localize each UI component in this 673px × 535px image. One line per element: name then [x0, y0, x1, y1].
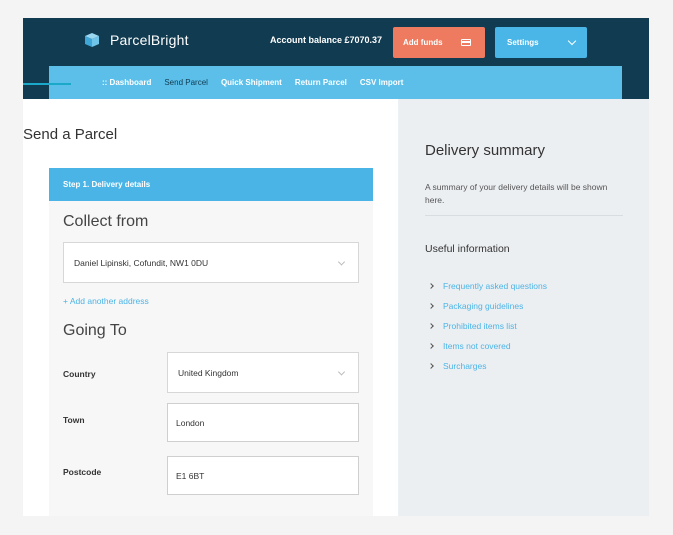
folded-box-icon: [85, 33, 99, 47]
nav-csv-import[interactable]: CSV Import: [360, 78, 404, 87]
postcode-input[interactable]: E1 6BT: [167, 456, 359, 495]
nav-return-parcel[interactable]: Return Parcel: [295, 78, 347, 87]
link-label: Items not covered: [443, 341, 511, 351]
brand-logo[interactable]: ParcelBright: [84, 32, 189, 48]
send-parcel-panel: Send a Parcel Step 1. Delivery details C…: [23, 99, 398, 516]
settings-label: Settings: [507, 38, 539, 47]
divider: [425, 215, 623, 216]
going-to-heading: Going To: [63, 322, 127, 339]
chevron-right-icon: [428, 283, 434, 289]
chevron-right-icon: [428, 343, 434, 349]
collect-heading: Collect from: [63, 213, 149, 230]
app-frame: ParcelBright Account balance £7070.37 Ad…: [23, 18, 649, 516]
top-header: ParcelBright Account balance £7070.37 Ad…: [23, 18, 649, 99]
link-packaging-guidelines[interactable]: Packaging guidelines: [428, 296, 547, 316]
nav-quick-shipment[interactable]: Quick Shipment: [221, 78, 282, 87]
sub-navigation: :: Dashboard Send Parcel Quick Shipment …: [49, 66, 622, 99]
collect-address-select[interactable]: Daniel Lipinski, Cofundit, NW1 0DU: [63, 242, 359, 283]
summary-title: Delivery summary: [425, 142, 546, 159]
add-funds-button[interactable]: Add funds: [393, 27, 485, 58]
page-title: Send a Parcel: [23, 126, 118, 143]
country-value: United Kingdom: [178, 367, 239, 378]
link-label: Surcharges: [443, 361, 487, 371]
link-faq[interactable]: Frequently asked questions: [428, 276, 547, 296]
accent-divider: [23, 83, 71, 85]
delivery-summary-panel: Delivery summary A summary of your deliv…: [399, 99, 649, 516]
chevron-right-icon: [428, 363, 434, 369]
chevron-right-icon: [428, 303, 434, 309]
link-label: Prohibited items list: [443, 321, 517, 331]
link-items-not-covered[interactable]: Items not covered: [428, 336, 547, 356]
link-label: Frequently asked questions: [443, 281, 547, 291]
brand-name: ParcelBright: [110, 32, 189, 48]
step-header[interactable]: Step 1. Delivery details: [49, 168, 373, 201]
chevron-down-icon: [567, 36, 576, 46]
link-label: Packaging guidelines: [443, 301, 524, 311]
add-funds-label: Add funds: [403, 38, 443, 47]
chevron-down-icon: [337, 257, 346, 266]
chevron-right-icon: [428, 323, 434, 329]
link-surcharges[interactable]: Surcharges: [428, 356, 547, 376]
credit-card-icon: [460, 39, 471, 46]
summary-text: A summary of your delivery details will …: [425, 182, 608, 205]
nav-send-parcel[interactable]: Send Parcel: [164, 78, 208, 87]
step-panel: Step 1. Delivery details Collect from Da…: [49, 168, 373, 516]
useful-info-heading: Useful information: [425, 243, 510, 255]
useful-links-list: Frequently asked questions Packaging gui…: [428, 276, 547, 376]
country-label: Country: [63, 369, 96, 379]
town-label: Town: [63, 415, 85, 425]
link-prohibited-items[interactable]: Prohibited items list: [428, 316, 547, 336]
country-select[interactable]: United Kingdom: [167, 352, 359, 393]
account-balance: Account balance £7070.37: [270, 35, 383, 45]
postcode-label: Postcode: [63, 467, 102, 477]
chevron-down-icon: [337, 367, 346, 376]
town-input[interactable]: London: [167, 403, 359, 442]
settings-dropdown[interactable]: Settings: [495, 27, 587, 58]
nav-dashboard[interactable]: :: Dashboard: [102, 78, 151, 87]
add-another-address-link[interactable]: + Add another address: [63, 296, 149, 306]
collect-address-value: Daniel Lipinski, Cofundit, NW1 0DU: [74, 257, 209, 268]
